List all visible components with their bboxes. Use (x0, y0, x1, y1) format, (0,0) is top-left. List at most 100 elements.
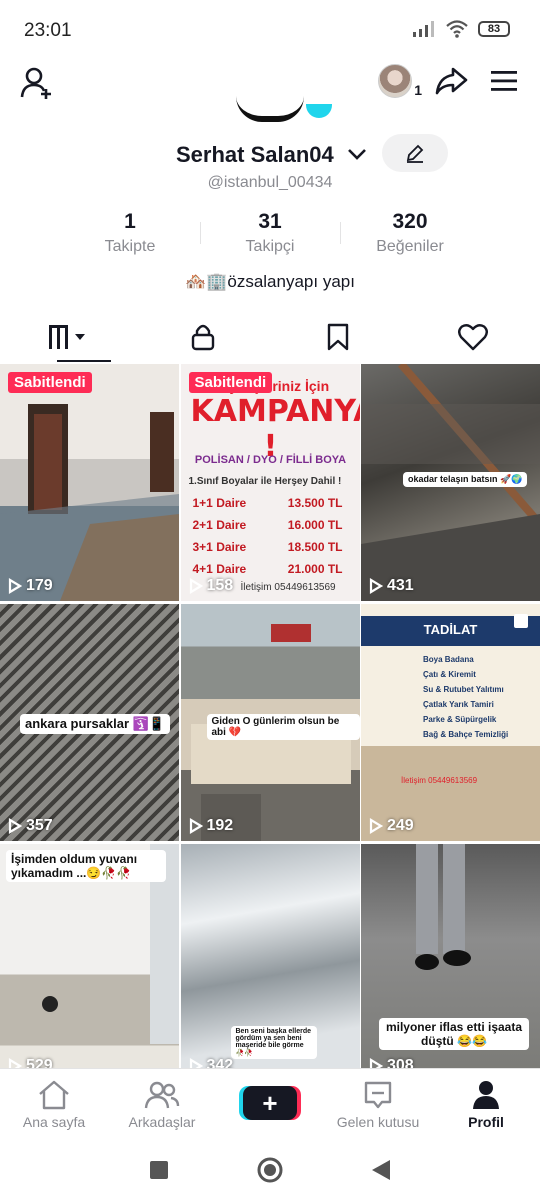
add-story-badge[interactable] (306, 104, 332, 118)
play-icon (8, 578, 22, 594)
home-icon (39, 1080, 69, 1110)
video-thumbnail (0, 404, 179, 601)
username[interactable]: Serhat Salan04 (176, 142, 334, 168)
view-count: 529 (8, 1057, 53, 1068)
stat-label: Takipte (104, 238, 156, 255)
tab-private[interactable] (135, 312, 270, 362)
plus-icon: + (243, 1086, 297, 1120)
video-caption: Ben seni başka ellerde gördüm ya sen ben… (230, 1026, 317, 1059)
back-icon[interactable] (370, 1158, 392, 1182)
service-item: Su & Rutubet Yalıtımı (423, 685, 504, 694)
view-count-value: 249 (387, 817, 414, 834)
view-count-value: 308 (387, 1057, 414, 1068)
profile-handle: @istanbul_00434 (207, 174, 333, 191)
campaign-brands: POLİSAN / DYO / FİLLİ BOYA (194, 454, 347, 466)
price-list: 1+1 Daire 13.500 TL 2+1 Daire 16.000 TL 3+… (193, 496, 343, 584)
nav-inbox[interactable]: Gelen kutusu (324, 1069, 432, 1141)
view-count: 431 (369, 577, 414, 595)
tab-saved[interactable] (270, 312, 405, 362)
lock-icon (191, 324, 214, 351)
profile-picture[interactable] (236, 96, 304, 122)
play-icon (369, 578, 383, 594)
stat-value: 31 (258, 210, 282, 233)
signal-icon (413, 21, 434, 37)
multi-photo-icon (514, 614, 528, 628)
video-caption: İşimden oldum yuvanı yıkamadım ...😏🥀🥀 (6, 850, 166, 882)
edit-profile-button[interactable] (382, 134, 448, 172)
video-caption: ankara pursaklar 🛐📱 (20, 714, 171, 734)
nav-friends[interactable]: Arkadaşlar (108, 1069, 216, 1141)
video-tile[interactable]: Sabitlendi 179 (0, 364, 179, 601)
video-tile[interactable]: milyoner iflas etti işaata düştü 😂😂 308 (361, 844, 540, 1068)
view-count: 342 (189, 1057, 233, 1068)
services-list: Boya Badana Çatı & Kiremit Su & Rutubet … (423, 652, 533, 742)
video-tile[interactable]: TADİLAT Boya Badana Çatı & Kiremit Su & … (361, 604, 540, 841)
profile-bio: 🏘️🏢özsalanyapı yapı (185, 272, 355, 291)
video-tile[interactable]: ankara pursaklar 🛐📱 357 (0, 604, 179, 841)
price-value: 18.500 TL (287, 540, 343, 554)
chevron-down-icon[interactable] (346, 146, 368, 162)
add-user-icon (20, 67, 51, 99)
price-value: 21.000 TL (287, 562, 343, 576)
video-caption: okadar telaşın batsın 🚀🌍 (403, 472, 528, 487)
view-count-value: 179 (26, 577, 53, 594)
add-friend-button[interactable] (20, 66, 56, 105)
video-tile[interactable]: Ben seni başka ellerde gördüm ya sen ben… (180, 844, 360, 1068)
play-icon (189, 818, 203, 834)
stat-following[interactable]: 1 Takipte (60, 210, 200, 260)
status-bar: 23:01 83 (0, 0, 540, 60)
stat-likes[interactable]: 320 Beğeniler (340, 210, 480, 260)
profile-picture-edge (0, 104, 540, 130)
video-tile[interactable]: okadar telaşın batsın 🚀🌍 431 (361, 364, 540, 601)
grid-icon (48, 325, 85, 349)
home-circle-icon[interactable] (256, 1156, 284, 1184)
play-icon (369, 818, 383, 834)
video-tile[interactable]: Boya İşleriniz İçin KAMPANYA ! POLİSAN /… (180, 364, 360, 601)
price-label: 2+1 Daire (192, 518, 247, 532)
play-icon (189, 578, 203, 594)
tab-liked[interactable] (405, 312, 540, 362)
price-row: 4+1 Daire 21.000 TL (193, 562, 343, 576)
view-count: 158 (189, 577, 233, 595)
friends-icon (144, 1081, 180, 1109)
system-nav (0, 1140, 540, 1200)
nav-label: Arkadaşlar (128, 1114, 196, 1130)
view-count: 357 (8, 817, 53, 835)
menu-icon[interactable] (490, 69, 518, 93)
video-caption: milyoner iflas etti işaata düştü 😂😂 (379, 1018, 529, 1050)
price-label: 3+1 Daire (192, 540, 247, 554)
view-count-value: 529 (26, 1057, 53, 1068)
price-row: 1+1 Daire 13.500 TL (193, 496, 343, 510)
wifi-icon (446, 20, 468, 38)
stat-followers[interactable]: 31 Takipçi (200, 210, 340, 260)
service-item: Çatı & Kiremit (423, 670, 476, 679)
video-tile[interactable]: İşimden oldum yuvanı yıkamadım ...😏🥀🥀 52… (0, 844, 179, 1068)
price-label: 1+1 Daire (192, 496, 247, 510)
nav-create[interactable]: + (216, 1069, 324, 1141)
tab-videos[interactable] (0, 312, 135, 362)
profile-stats: 1 Takipte 31 Takipçi 320 Beğeniler (60, 210, 480, 260)
nav-profile[interactable]: Profil (432, 1069, 540, 1141)
stat-label: Beğeniler (376, 238, 444, 255)
avatar-count: 1 (414, 82, 422, 98)
video-tile[interactable]: Giden O günlerim olsun be abi 💔 192 (180, 604, 360, 841)
bookmark-icon (327, 323, 348, 351)
service-item: Boya Badana (423, 655, 474, 664)
pencil-icon (406, 144, 424, 163)
view-count-value: 192 (206, 817, 234, 834)
recents-icon[interactable] (148, 1159, 170, 1181)
view-count-value: 431 (387, 577, 414, 594)
video-caption: Giden O günlerim olsun be abi 💔 (206, 714, 360, 740)
nav-home[interactable]: Ana sayfa (0, 1069, 108, 1141)
name-row: Serhat Salan04 (0, 134, 540, 172)
nav-label: Gelen kutusu (336, 1114, 420, 1130)
share-icon[interactable] (434, 66, 468, 96)
nav-label: Ana sayfa (22, 1114, 86, 1130)
play-icon (8, 818, 22, 834)
play-icon (8, 1058, 22, 1068)
price-label: 4+1 Daire (192, 562, 247, 576)
price-value: 13.500 TL (287, 496, 343, 510)
heart-icon (457, 324, 488, 351)
story-avatar-button[interactable]: 1 (378, 64, 422, 98)
battery-icon: 83 (478, 21, 510, 37)
